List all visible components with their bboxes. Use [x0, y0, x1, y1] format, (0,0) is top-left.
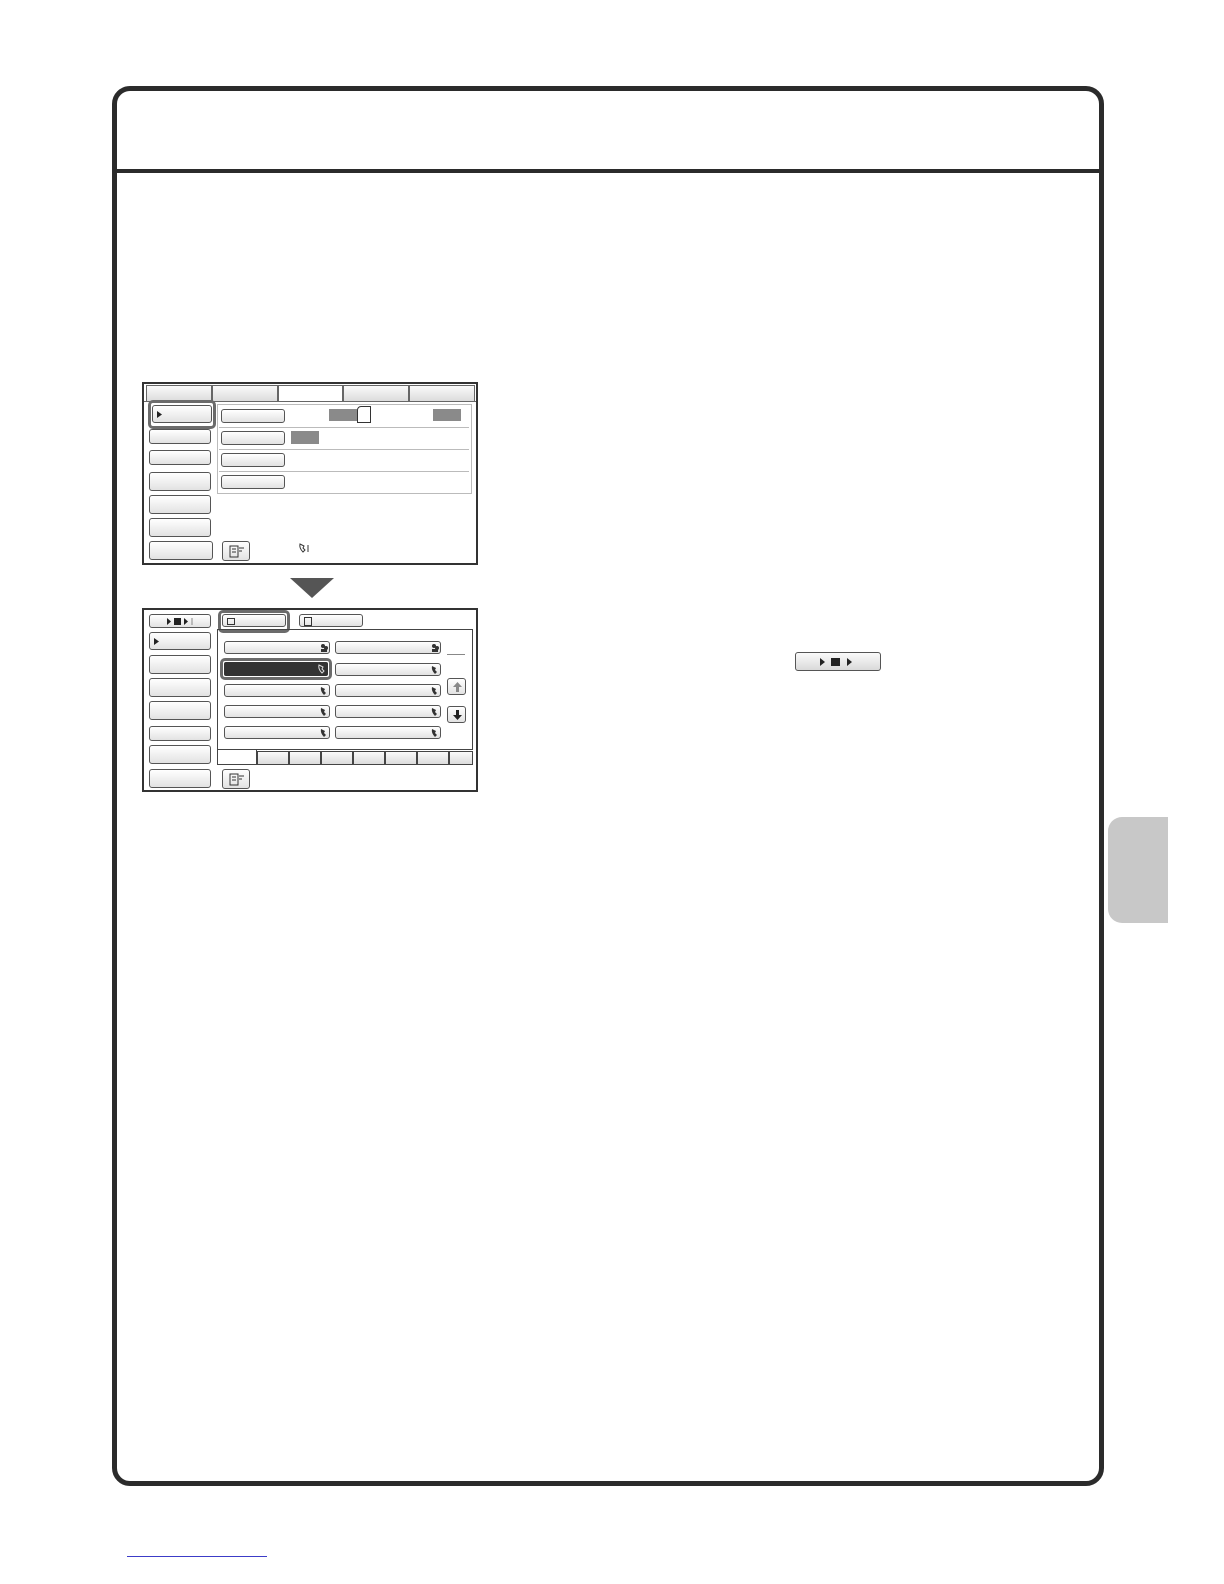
index-tab-6[interactable] [385, 751, 417, 765]
folder-icon [227, 618, 235, 625]
arrow-down-icon [453, 710, 462, 720]
job-status-button[interactable] [222, 769, 250, 789]
index-tab-5[interactable] [353, 751, 385, 765]
address-book-button[interactable] [152, 405, 212, 423]
setting-value-1 [329, 409, 357, 421]
phone-icon [431, 666, 437, 674]
group-icon [432, 644, 439, 652]
phone-icon [320, 687, 326, 695]
address-key-7[interactable] [224, 705, 330, 718]
mode-tab-3-active[interactable] [278, 385, 343, 402]
left-button-1[interactable] [149, 632, 211, 650]
setting-button-4[interactable] [221, 475, 285, 489]
job-status-icon [229, 773, 244, 786]
left-button-6[interactable] [149, 745, 211, 764]
left-button-5[interactable] [149, 726, 211, 741]
index-tab-2[interactable] [257, 751, 289, 765]
arrow-up-icon [453, 682, 462, 692]
left-button-3[interactable] [149, 450, 211, 465]
left-button-2[interactable] [149, 655, 211, 674]
screen-mockup-address-book [142, 608, 478, 792]
group-icon [321, 644, 328, 652]
index-tab-8[interactable] [449, 751, 473, 765]
inline-play-stop-key [795, 652, 881, 671]
step-arrow-icon [290, 578, 334, 598]
phone-icon [431, 687, 437, 695]
mode-tab-4[interactable] [343, 385, 409, 401]
address-key-4[interactable] [335, 663, 441, 676]
play-stop-play-icon [167, 618, 193, 625]
job-status-button[interactable] [222, 541, 250, 561]
job-status-icon [229, 545, 244, 558]
address-key-8[interactable] [335, 705, 441, 718]
phone-icon [318, 664, 325, 674]
global-address-tab[interactable] [299, 614, 363, 627]
address-key-1[interactable] [224, 641, 330, 654]
chapter-side-tab [1108, 817, 1168, 923]
divider-2 [219, 449, 469, 450]
phone-icon [299, 543, 309, 553]
address-key-9[interactable] [224, 726, 330, 739]
index-tab-1[interactable] [217, 750, 257, 765]
address-key-selected[interactable] [224, 662, 328, 676]
play-stop-play-icon [820, 658, 852, 666]
playback-button[interactable] [149, 614, 211, 628]
setting-button-1[interactable] [221, 409, 285, 423]
page-indicator-line [447, 654, 465, 655]
mode-tab-2[interactable] [212, 385, 278, 401]
divider-3 [219, 471, 469, 472]
address-key-6[interactable] [335, 684, 441, 697]
scroll-up-button[interactable] [447, 678, 466, 695]
address-key-5[interactable] [224, 684, 330, 697]
left-button-2[interactable] [149, 429, 211, 444]
left-button-7[interactable] [149, 769, 211, 788]
phone-icon [320, 729, 326, 737]
left-button-7[interactable] [149, 541, 213, 560]
left-button-5[interactable] [149, 495, 211, 514]
frame-header [117, 91, 1099, 173]
index-tab-3[interactable] [289, 751, 321, 765]
address-tab[interactable] [222, 614, 286, 627]
play-icon [154, 638, 159, 645]
setting-button-3[interactable] [221, 453, 285, 467]
left-button-4[interactable] [149, 472, 211, 491]
address-key-2[interactable] [335, 641, 441, 654]
left-button-3[interactable] [149, 678, 211, 697]
setting-value-2 [433, 409, 461, 421]
setting-button-2[interactable] [221, 431, 285, 445]
footer-link-underline[interactable] [127, 1556, 267, 1557]
scroll-down-button[interactable] [447, 706, 466, 723]
divider-1 [219, 427, 469, 428]
paper-orientation-icon [357, 406, 371, 423]
document-icon [304, 617, 312, 626]
phone-icon [431, 708, 437, 716]
address-key-10[interactable] [335, 726, 441, 739]
play-icon [157, 411, 162, 418]
left-button-4[interactable] [149, 701, 211, 720]
setting-value-3 [291, 431, 319, 444]
index-tab-4[interactable] [321, 751, 353, 765]
mode-tab-5[interactable] [409, 385, 475, 401]
screen-mockup-base [142, 382, 478, 565]
left-button-6[interactable] [149, 518, 211, 537]
index-tab-7[interactable] [417, 751, 449, 765]
mode-tab-1[interactable] [146, 385, 212, 401]
phone-icon [431, 729, 437, 737]
phone-icon [320, 708, 326, 716]
